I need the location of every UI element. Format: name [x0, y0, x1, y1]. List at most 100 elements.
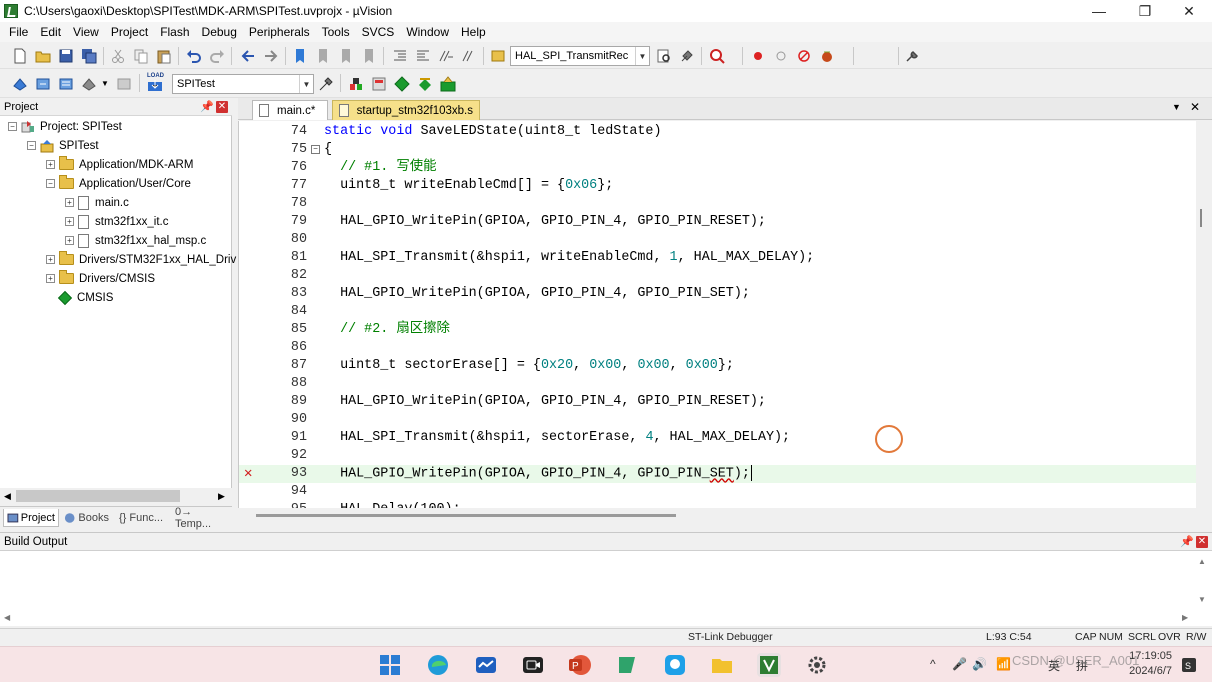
code-line[interactable]: 92 [239, 447, 1196, 465]
scrollbar-thumb[interactable] [1200, 209, 1202, 227]
start-menu-icon[interactable] [378, 653, 402, 677]
close-tab-button[interactable]: ✕ [1190, 100, 1200, 114]
code-line[interactable]: 74 static void SaveLEDState(uint8_t ledSt… [239, 123, 1196, 141]
scroll-left-icon[interactable]: ◀ [4, 491, 11, 502]
comment-icon[interactable] [438, 48, 454, 64]
cut-icon[interactable] [110, 48, 126, 64]
editor-vertical-scrollbar[interactable] [1196, 121, 1212, 508]
scroll-down-icon[interactable]: ▼ [1198, 595, 1206, 604]
rebuild-icon[interactable] [58, 76, 74, 92]
navigate-back-icon[interactable] [240, 48, 256, 64]
uncomment-icon[interactable] [461, 48, 477, 64]
code-line[interactable]: 90 [239, 411, 1196, 429]
incremental-find-icon[interactable] [679, 48, 695, 64]
batch-dropdown-icon[interactable]: ▼ [101, 79, 109, 88]
tab-main-c[interactable]: main.c* [252, 100, 328, 120]
code-line[interactable]: 82 [239, 267, 1196, 285]
tree-item-project[interactable]: − Project: SPITest [8, 117, 122, 136]
unindent-icon[interactable] [415, 48, 431, 64]
disable-breakpoints-icon[interactable] [796, 48, 812, 64]
scroll-right-icon[interactable]: ▶ [218, 491, 225, 502]
tab-startup-s[interactable]: startup_stm32f103xb.s [332, 100, 480, 120]
close-build-output-button[interactable]: ✕ [1196, 536, 1208, 548]
select-software-packs-icon[interactable] [417, 76, 433, 92]
edge-browser-icon[interactable] [426, 653, 450, 677]
settings-gear-icon[interactable] [805, 653, 829, 677]
insert-breakpoint-icon[interactable] [750, 48, 766, 64]
scrollbar-thumb[interactable] [16, 490, 180, 502]
microphone-icon[interactable]: 🎤 [952, 657, 967, 671]
target-combo[interactable]: SPITest ▼ [172, 74, 314, 94]
tree-item-group[interactable]: − Application/User/Core [46, 174, 191, 193]
code-line[interactable]: 95 HAL_Delay(100); [239, 501, 1196, 508]
code-line[interactable]: 79 HAL_GPIO_WritePin(GPIOA, GPIO_PIN_4, … [239, 213, 1196, 231]
find-combo[interactable]: HAL_SPI_TransmitRec ▼ [510, 46, 650, 66]
code-line[interactable]: 88 [239, 375, 1196, 393]
tree-item-component[interactable]: CMSIS [57, 288, 113, 307]
menu-project[interactable]: Project [105, 25, 154, 39]
new-file-icon[interactable] [12, 48, 28, 64]
whiteboard-icon[interactable] [474, 653, 498, 677]
menu-svcs[interactable]: SVCS [356, 25, 401, 39]
menu-view[interactable]: View [67, 25, 105, 39]
code-line[interactable]: 81 HAL_SPI_Transmit(&hspi1, writeEnableC… [239, 249, 1196, 267]
notifications-icon[interactable]: S [1180, 656, 1198, 674]
kill-breakpoints-icon[interactable] [819, 48, 835, 64]
pin-icon[interactable]: 📌 [200, 100, 214, 113]
powerpoint-icon[interactable]: P [568, 653, 592, 677]
configure-icon[interactable] [904, 48, 920, 64]
volume-icon[interactable]: 🔊 [972, 657, 987, 671]
project-horizontal-scrollbar[interactable]: ◀ ▶ [2, 488, 230, 504]
save-icon[interactable] [58, 48, 74, 64]
file-extensions-icon[interactable] [371, 76, 387, 92]
paste-icon[interactable] [156, 48, 172, 64]
chevron-down-icon[interactable]: ▼ [635, 47, 649, 65]
menu-edit[interactable]: Edit [34, 25, 67, 39]
file-explorer-icon[interactable] [710, 653, 734, 677]
menu-peripherals[interactable]: Peripherals [243, 25, 316, 39]
code-line[interactable]: 80 [239, 231, 1196, 249]
code-line[interactable]: 83 HAL_GPIO_WritePin(GPIOA, GPIO_PIN_4, … [239, 285, 1196, 303]
tree-item-file[interactable]: + stm32f1xx_hal_msp.c [65, 231, 206, 250]
manage-components-icon[interactable] [348, 76, 364, 92]
expand-icon[interactable]: + [65, 198, 74, 207]
build-icon[interactable] [35, 76, 51, 92]
fold-collapse-icon[interactable]: − [311, 145, 320, 154]
tree-item-group[interactable]: + Application/MDK-ARM [46, 155, 193, 174]
scroll-left-icon[interactable]: ◀ [4, 613, 10, 622]
code-line[interactable]: 75−{ [239, 141, 1196, 159]
expand-icon[interactable]: + [46, 255, 55, 264]
scroll-up-icon[interactable]: ▲ [1198, 557, 1206, 566]
code-line[interactable]: 94 [239, 483, 1196, 501]
code-line[interactable]: 89 HAL_GPIO_WritePin(GPIOA, GPIO_PIN_4, … [239, 393, 1196, 411]
stop-build-icon[interactable] [116, 76, 132, 92]
camera-icon[interactable] [521, 653, 545, 677]
target-options-icon[interactable] [318, 76, 334, 92]
code-line[interactable]: 91 HAL_SPI_Transmit(&hspi1, sectorErase,… [239, 429, 1196, 447]
system-clock[interactable]: 17:19:05 2024/6/7 [1129, 649, 1172, 679]
chevron-down-icon[interactable]: ▼ [299, 75, 313, 93]
copy-icon[interactable] [133, 48, 149, 64]
collapse-icon[interactable]: − [8, 122, 17, 131]
error-marker-icon[interactable]: ✕ [244, 465, 252, 483]
expand-icon[interactable]: + [46, 274, 55, 283]
debug-session-icon[interactable] [709, 48, 725, 64]
menu-tools[interactable]: Tools [316, 25, 356, 39]
prev-bookmark-icon[interactable] [315, 48, 331, 64]
tab-functions[interactable]: {} Func... [116, 509, 170, 527]
pack-installer-icon[interactable] [394, 76, 410, 92]
code-line[interactable]: 84 [239, 303, 1196, 321]
tab-templates[interactable]: 0→ Temp... [172, 506, 230, 530]
expand-icon[interactable]: + [65, 217, 74, 226]
batch-build-icon[interactable] [81, 76, 97, 92]
minimize-button[interactable]: — [1076, 0, 1122, 22]
close-window-button[interactable]: ✕ [1166, 0, 1212, 22]
tree-item-group[interactable]: + Drivers/CMSIS [46, 269, 155, 288]
collapse-icon[interactable]: − [46, 179, 55, 188]
menu-file[interactable]: File [3, 25, 34, 39]
save-all-icon[interactable] [81, 48, 97, 64]
indent-icon[interactable] [392, 48, 408, 64]
tab-books[interactable]: Books [60, 509, 112, 527]
bookmark-icon[interactable] [292, 48, 308, 64]
build-output-pane[interactable]: ▲ ▼ ◀ ▶ [0, 550, 1212, 626]
